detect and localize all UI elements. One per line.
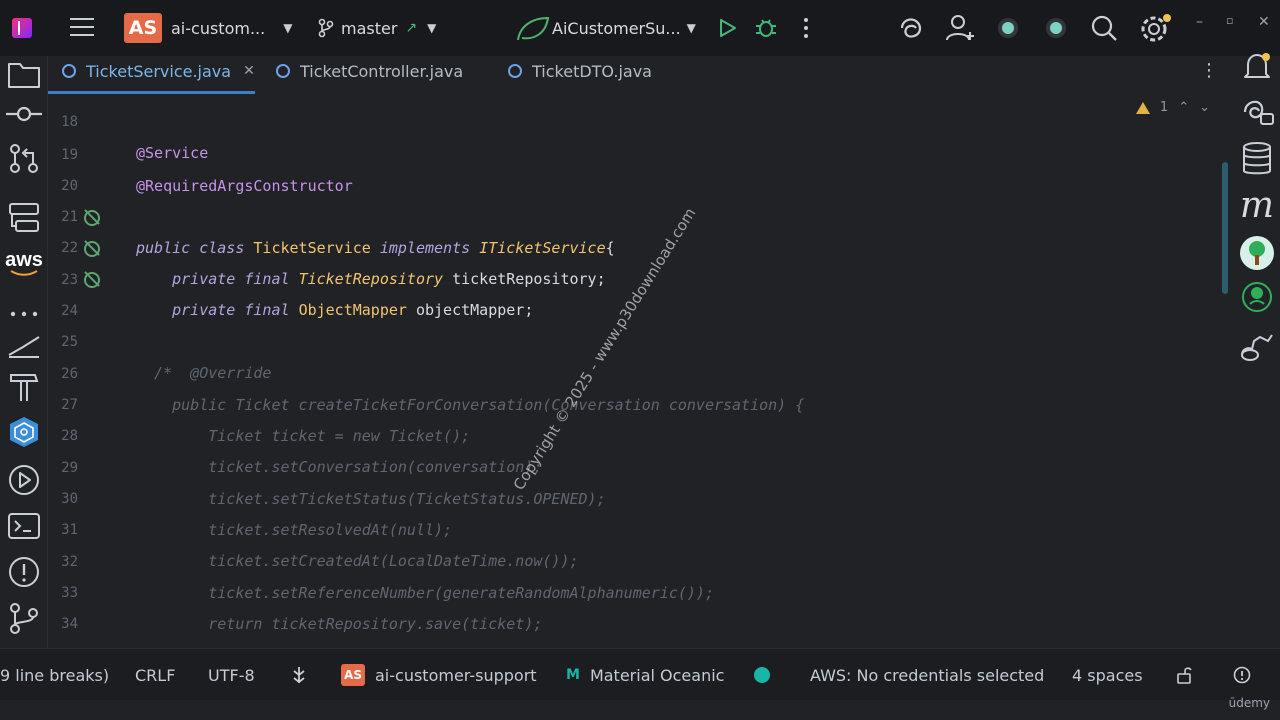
editor-scrollbar[interactable] [1222, 162, 1228, 294]
udemy-watermark: ūdemy [1228, 696, 1270, 710]
docker-icon[interactable] [1238, 326, 1276, 364]
code-line: 30 ticket.setResolvedAt(null); [48, 453, 1220, 539]
tab-label: TicketDTO.java [532, 61, 652, 81]
tabs-more-icon[interactable]: ⋮ [1200, 60, 1218, 81]
structure-icon[interactable] [6, 200, 42, 236]
code-line: 32 ticket.setReferenceNumber(generateRan… [48, 516, 1220, 602]
more-actions-icon[interactable] [796, 14, 824, 42]
branch-arrow-icon: ↗ [405, 20, 418, 36]
status-indicator[interactable] [754, 649, 770, 701]
status-encoding[interactable]: UTF-8 [208, 649, 255, 701]
build-hammer-icon[interactable] [6, 368, 42, 404]
status-project[interactable]: AS ai-customer-support [341, 649, 537, 701]
code-line: 33 return ticketRepository.save(ticket); [48, 547, 1220, 633]
main-menu-icon[interactable] [70, 18, 94, 38]
database-icon[interactable] [1238, 140, 1276, 178]
settings-gear-icon[interactable] [1138, 14, 1174, 42]
theme-name: Material Oceanic [589, 665, 725, 685]
project-badge: AS [341, 664, 365, 686]
status-line-separator[interactable]: CRLF [135, 649, 175, 701]
tab-label: TicketService.java [86, 61, 232, 81]
run-icon[interactable] [714, 14, 742, 42]
run-config-selector[interactable]: AiCustomerSu... ▼ [552, 0, 696, 56]
branch-switcher[interactable]: master ↗ ▼ [341, 0, 436, 56]
status-aws[interactable]: AWS: No credentials selected [810, 649, 1044, 701]
minimize-icon[interactable]: – [1196, 14, 1210, 42]
pull-requests-icon[interactable] [6, 140, 42, 176]
right-toolbar: m [1234, 46, 1280, 386]
status-theme[interactable]: M Material Oceanic [566, 649, 724, 701]
run-config-name: AiCustomerSu... [552, 18, 681, 38]
toggle-indicator-icon[interactable] [990, 14, 1026, 42]
project-icon[interactable] [6, 56, 42, 92]
commit-icon[interactable] [6, 96, 42, 132]
close-window-icon[interactable]: ✕ [1258, 14, 1272, 42]
tab-ticket-service[interactable]: TicketService.java ✕ [48, 50, 255, 94]
terminal-icon[interactable] [6, 508, 42, 544]
status-info-icon[interactable] [1233, 649, 1251, 701]
status-bar: 9 line breaks) CRLF UTF-8 AS ai-customer… [0, 648, 1280, 700]
add-user-icon[interactable] [944, 14, 978, 42]
chevron-down-icon: ▼ [427, 21, 437, 35]
tab-label: TicketController.java [300, 61, 464, 81]
material-theme-icon: M [566, 667, 580, 683]
debug-icon[interactable] [752, 14, 780, 42]
app-logo-icon[interactable] [12, 18, 32, 38]
status-dot-icon [754, 667, 770, 683]
class-icon [276, 64, 290, 78]
code-line: 34 }*/ [48, 578, 1220, 632]
spring-leaf-icon [516, 0, 552, 56]
kubernetes-icon[interactable] [6, 414, 42, 450]
code-line: 31 ticket.setCreatedAt(LocalDateTime.now… [48, 484, 1220, 570]
class-icon [62, 64, 76, 78]
maximize-icon[interactable]: ▫ [1226, 14, 1240, 42]
run-tool-icon[interactable] [6, 462, 42, 498]
close-tab-icon[interactable]: ✕ [243, 63, 255, 79]
code-line: 29 ticket.setTicketStatus(TicketStatus.O… [48, 422, 1220, 508]
search-icon[interactable] [1090, 14, 1118, 42]
chevron-down-icon: ▼ [686, 21, 696, 35]
readonly-lock-icon[interactable] [1176, 649, 1194, 701]
project-switcher[interactable]: ai-custom... ▼ [171, 0, 292, 56]
git-hooks-icon[interactable] [291, 649, 307, 701]
code-editor[interactable]: 1 ⌃ ⌄ 18 @Service 19 @RequiredArgsConstr… [48, 92, 1220, 640]
code-line: 28 ticket.setConversation(conversation); [48, 390, 1220, 476]
left-toolbar: aws [0, 56, 48, 648]
code-line: 20 public class TicketService implements… [48, 140, 1220, 257]
code-line: 27 Ticket ticket = new Ticket(); [48, 359, 1220, 445]
code-line: 22 private final ObjectMapper objectMapp… [48, 202, 1220, 319]
toggle-indicator-icon[interactable] [1038, 14, 1074, 42]
endpoints-icon[interactable] [6, 328, 42, 364]
ai-chat-icon[interactable] [1238, 94, 1276, 132]
code-line: 18 @Service [48, 92, 1220, 162]
class-icon [508, 64, 522, 78]
aws-icon[interactable]: aws [5, 246, 43, 282]
tab-ticket-dto[interactable]: TicketDTO.java [508, 50, 652, 92]
status-indent[interactable]: 4 spaces [1072, 649, 1143, 701]
code-line: 26 public Ticket createTicketForConversa… [48, 328, 1220, 414]
code-line: 23 [48, 234, 1220, 288]
chevron-down-icon: ▼ [283, 21, 293, 35]
title-bar: AS ai-custom... ▼ master ↗ ▼ AiCustomerS… [0, 0, 1280, 56]
tree-icon[interactable] [1238, 234, 1276, 272]
code-line: 35 [48, 610, 1220, 640]
gradle-icon[interactable] [1238, 278, 1276, 316]
notifications-icon[interactable] [1238, 48, 1276, 86]
maven-icon[interactable]: m [1238, 185, 1276, 226]
git-icon[interactable] [6, 600, 42, 636]
code-line: 21 private final TicketRepository ticket… [48, 171, 1220, 288]
code-line: 19 @RequiredArgsConstructor [48, 109, 1220, 195]
project-badge[interactable]: AS [124, 13, 162, 43]
more-tools-icon[interactable] [6, 296, 42, 332]
ide-window: AS ai-custom... ▼ master ↗ ▼ AiCustomerS… [0, 0, 1280, 720]
problems-icon[interactable] [6, 554, 42, 590]
tab-ticket-controller[interactable]: TicketController.java [276, 50, 463, 92]
branch-name: master [341, 18, 398, 38]
ai-assistant-icon[interactable] [896, 14, 928, 42]
branch-icon [318, 0, 334, 56]
project-name: ai-customer-support [375, 665, 537, 685]
editor-tabs: TicketService.java ✕ TicketController.ja… [48, 50, 1234, 94]
status-line-breaks[interactable]: 9 line breaks) [0, 649, 109, 701]
project-name: ai-custom... [171, 18, 266, 38]
